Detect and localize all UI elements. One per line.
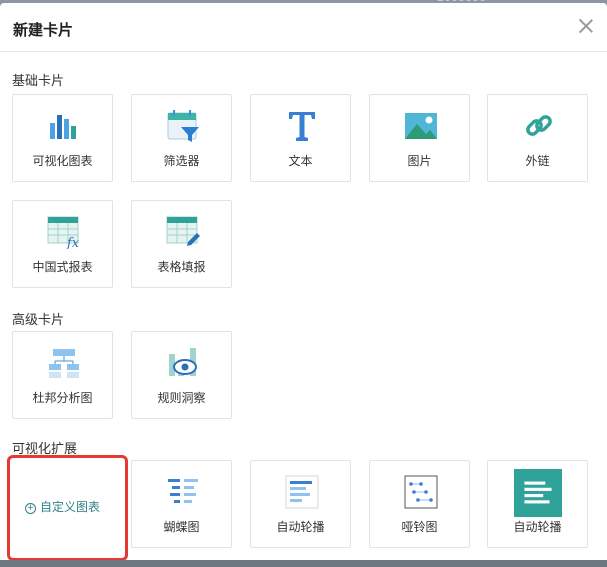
text-t-icon (289, 112, 315, 141)
card-visual-chart[interactable]: 可视化图表 (12, 94, 113, 182)
card-table-fill[interactable]: 表格填报 (131, 200, 232, 288)
bar-chart-icon (50, 115, 76, 139)
svg-text:fx: fx (66, 236, 80, 249)
card-image[interactable]: 图片 (369, 94, 470, 182)
card-label: 外链 (525, 154, 550, 168)
align-left-bars-icon (285, 475, 319, 509)
section-advanced-label: 高级卡片 (12, 313, 65, 328)
card-rule-insight[interactable]: 规则洞察 (131, 331, 232, 419)
dialog-title: 新建卡片 (13, 21, 74, 39)
close-icon[interactable] (577, 17, 595, 35)
card-label: 图片 (407, 154, 432, 168)
dialog-header: 新建卡片 (0, 3, 607, 52)
text-lines-icon (514, 469, 562, 517)
image-icon (405, 113, 437, 139)
new-card-dialog: 新建卡片 基础卡片 可视化图表 筛选器 文本 图片 外链 fx 中国式报表 表格… (0, 3, 607, 563)
card-label: 可视化图表 (32, 154, 93, 168)
background-bottom (0, 560, 607, 567)
highlight-box (7, 455, 128, 561)
card-label: 筛选器 (163, 154, 200, 168)
card-label: 文本 (288, 154, 313, 168)
card-label: 自动轮播 (276, 520, 325, 534)
calendar-filter-icon (167, 110, 199, 142)
card-text[interactable]: 文本 (250, 94, 351, 182)
card-auto-carousel[interactable]: 自动轮播 (250, 460, 351, 548)
card-link[interactable]: 外链 (487, 94, 588, 182)
card-label: 自动轮播 (513, 520, 562, 534)
card-label: 规则洞察 (157, 391, 206, 405)
card-dumbbell[interactable]: 哑铃图 (369, 460, 470, 548)
butterfly-bars-icon (168, 479, 198, 503)
card-label: 杜邦分析图 (32, 391, 93, 405)
card-label: 哑铃图 (401, 520, 438, 534)
table-fx-icon: fx (47, 216, 80, 249)
eye-chart-icon (169, 348, 197, 376)
link-icon (526, 115, 552, 136)
dumbbell-icon (404, 475, 438, 509)
card-auto-carousel-2[interactable]: 自动轮播 (487, 460, 588, 548)
card-chinese-report[interactable]: fx 中国式报表 (12, 200, 113, 288)
card-label: 表格填报 (157, 260, 206, 274)
table-edit-icon (166, 216, 200, 246)
card-label: 中国式报表 (32, 260, 93, 274)
section-basic-label: 基础卡片 (12, 74, 65, 89)
card-butterfly[interactable]: 蝴蝶图 (131, 460, 232, 548)
card-filter[interactable]: 筛选器 (131, 94, 232, 182)
card-dupont[interactable]: 杜邦分析图 (12, 331, 113, 419)
card-label: 蝴蝶图 (163, 520, 200, 534)
tree-diagram-icon (49, 349, 79, 378)
